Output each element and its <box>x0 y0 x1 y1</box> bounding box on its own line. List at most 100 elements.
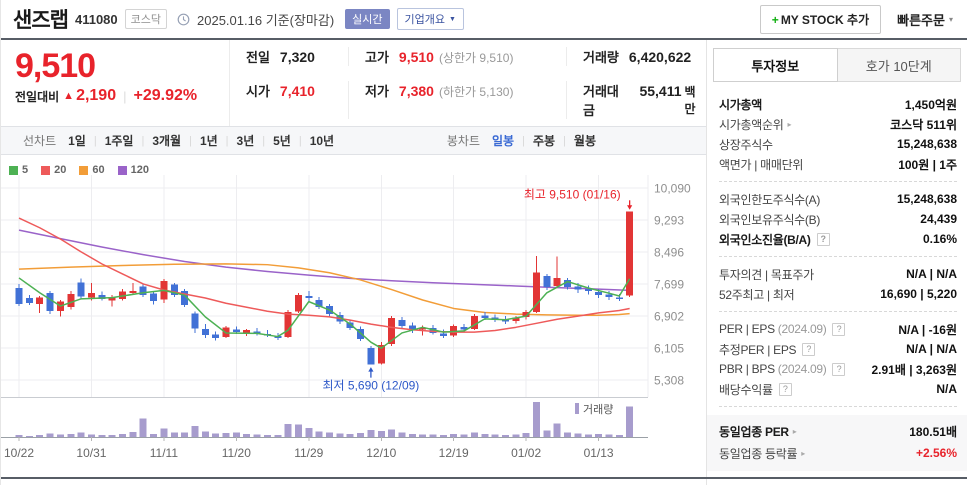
summary-value: 6,420,622 <box>628 49 692 66</box>
volume-bar <box>222 433 230 437</box>
volume-bar <box>253 434 261 437</box>
period-10year[interactable]: 10년 <box>310 132 334 149</box>
summary-extra: (하한가 5,130) <box>438 85 514 100</box>
candle-body <box>87 293 95 298</box>
candle-daily[interactable]: 일봉 <box>492 132 514 149</box>
period-1year[interactable]: 1년 <box>200 132 218 149</box>
industry-per-label[interactable]: 동일업종 PER ▸ <box>719 423 797 440</box>
my-stock-add-label: MY STOCK 추가 <box>780 12 870 27</box>
volume-bar <box>150 434 158 437</box>
gridlines: 10,090 9,293 8,496 7,699 6,902 6,105 5,308 <box>1 175 691 398</box>
chart-area: 5 20 60 120 10,090 9,293 8,496 7,699 6,902 6,105… <box>1 155 706 485</box>
dividend-yield-label: 배당수익률? <box>719 381 792 398</box>
chevron-right-icon: ▸ <box>792 426 797 436</box>
candle-body <box>294 295 302 312</box>
listed-shares-value: 15,248,638 <box>896 137 957 151</box>
pbr-bps-label: PBR | BPS (2024.09)? <box>719 362 846 376</box>
face-value-trade-unit-value: 100원 | 1주 <box>898 157 957 172</box>
tab-orderbook-10[interactable]: 호가 10단계 <box>837 48 961 82</box>
high-annotation: 최고 9,510 (01/16) <box>524 187 633 210</box>
candle-body <box>232 329 240 333</box>
help-icon[interactable]: ? <box>802 342 816 356</box>
tab-invest-info[interactable]: 투자정보 <box>713 48 838 82</box>
volume-bar <box>615 434 623 437</box>
period-5year[interactable]: 5년 <box>273 132 291 149</box>
chevron-right-icon: ▸ <box>801 448 805 458</box>
candles <box>15 211 634 365</box>
est-per-eps-value: N/A | N/A <box>906 342 957 356</box>
row-market-cap-rank: 시가총액순위 ▸ 코스닥 511위 <box>719 114 957 134</box>
x-axis-label: 11/20 <box>222 446 251 460</box>
volume-bar <box>377 430 385 437</box>
my-stock-add-button[interactable]: + MY STOCK 추가 <box>759 4 882 34</box>
dividend-yield-value: N/A <box>936 382 957 396</box>
volume-bar <box>181 432 189 437</box>
candle-body <box>574 286 582 290</box>
summary-label: 저가 <box>365 84 389 100</box>
candle-body <box>439 333 447 337</box>
label-text: 투자의견 | 목표주가 <box>719 267 814 282</box>
change-label: 전일대비 <box>15 89 60 104</box>
ma-period-label: 120 <box>130 164 149 176</box>
volume-bar <box>388 429 396 437</box>
help-icon[interactable]: ? <box>832 322 846 336</box>
period-1day[interactable]: 1일 <box>68 132 86 149</box>
ma-legend-item-60: 60 <box>79 164 105 176</box>
volume-bar <box>108 434 116 437</box>
divider: | <box>298 134 302 147</box>
row-dividend-yield: 배당수익률? N/A <box>719 379 957 399</box>
pbr-bps-value: 2.91배 | 3,263원 <box>871 362 958 377</box>
candle-body <box>212 334 220 338</box>
y-axis-label: 6,902 <box>654 310 684 324</box>
volume-bar <box>450 434 458 437</box>
divider: | <box>522 134 525 147</box>
x-axis: 10/22 10/31 11/11 11/20 11/29 12/10 12/19 01/02… <box>1 437 648 460</box>
candle-monthly[interactable]: 월봉 <box>574 132 596 149</box>
x-axis-label: 10/31 <box>76 446 106 460</box>
foreign-limit-shares-value: 15,248,638 <box>896 192 957 206</box>
volume-bar <box>408 434 416 437</box>
label-text: 동일업종 PER <box>719 424 789 439</box>
ma-period-label: 5 <box>22 164 29 176</box>
period-1week[interactable]: 1주일 <box>105 132 134 149</box>
x-axis-label: 10/22 <box>4 446 34 460</box>
quick-order-button[interactable]: 빠른주문 ▾ <box>897 10 953 29</box>
realtime-badge[interactable]: 실시간 <box>345 9 390 29</box>
label-text: PBR | BPS <box>719 362 775 376</box>
y-axis-label: 6,105 <box>654 342 684 356</box>
candle-body <box>367 348 375 365</box>
candle-weekly[interactable]: 주봉 <box>533 132 555 149</box>
company-overview-label: 기업개요 <box>404 14 446 26</box>
foreign-exhaustion-rate-label: 외국인소진율(B/A)? <box>719 231 830 248</box>
industry-section: 동일업종 PER ▸ 180.51배 동일업종 등락률 ▸ +2.56% <box>707 415 967 471</box>
help-icon[interactable]: ? <box>816 232 830 246</box>
quote-date: 2025.01.16 기준(장마감) <box>197 12 335 28</box>
volume-bar <box>129 431 137 437</box>
volume-bar <box>56 434 64 437</box>
row-industry-per: 동일업종 PER ▸ 180.51배 <box>719 420 957 442</box>
volume-bar <box>305 428 313 437</box>
help-icon[interactable]: ? <box>778 382 792 396</box>
summary-value: 7,380 <box>398 83 434 100</box>
volume-bar <box>191 426 199 437</box>
summary-label: 거래대금 <box>583 84 619 119</box>
summary-value: 7,410 <box>279 83 315 100</box>
ma-period-label: 60 <box>92 164 105 176</box>
volume-bar <box>346 434 354 437</box>
market-cap-rank-label[interactable]: 시가총액순위 ▸ <box>719 116 791 133</box>
volume-bar <box>212 433 220 437</box>
industry-change-label[interactable]: 동일업종 등락률 ▸ <box>719 445 805 462</box>
x-axis-label: 01/13 <box>584 446 614 460</box>
volume-legend: 거래량 <box>575 403 613 416</box>
help-icon[interactable]: ? <box>832 362 846 376</box>
label-text: 시가총액 <box>719 97 762 112</box>
volume-bar <box>533 402 540 437</box>
period-3month[interactable]: 3개월 <box>152 132 181 149</box>
volume-bar <box>25 435 33 437</box>
chart-toolbar: 선차트 1일 | 1주일 | 3개월 | 1년 | 3년 | 5년 | 10년 봉차트 일봉 | 주봉 | 월봉 <box>1 126 706 155</box>
company-overview-button[interactable]: 기업개요 ▼ <box>396 8 464 30</box>
period-3year[interactable]: 3년 <box>237 132 255 149</box>
label-text: PER | EPS <box>719 322 775 336</box>
volume-bar <box>139 418 147 437</box>
x-axis-label: 11/29 <box>294 446 323 460</box>
